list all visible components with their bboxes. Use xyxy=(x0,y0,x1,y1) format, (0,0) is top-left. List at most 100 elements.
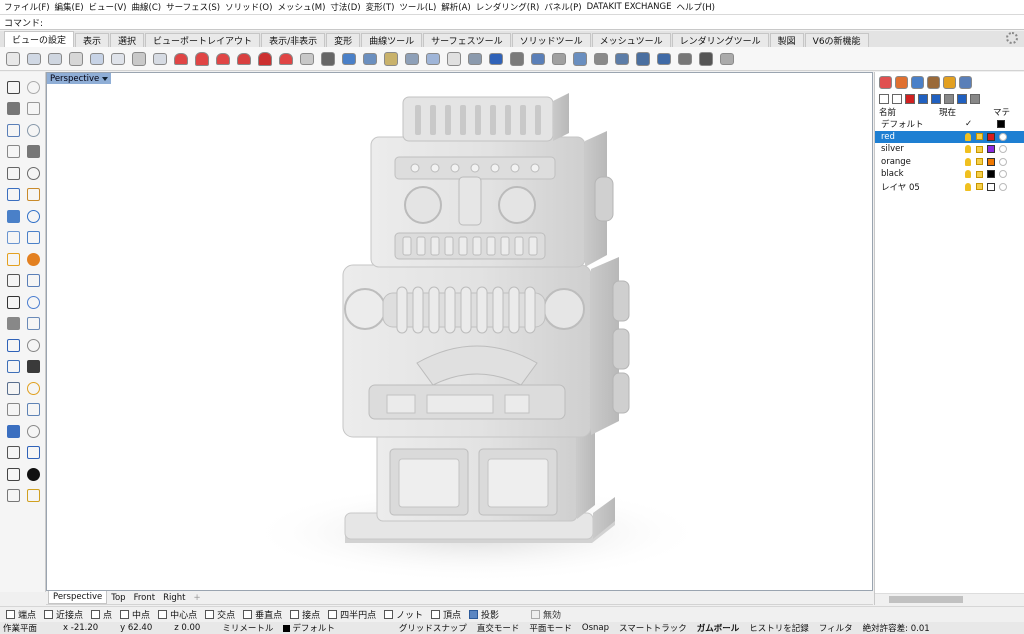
toolbar-tab[interactable]: 曲線ツール xyxy=(361,33,423,47)
gumball-toggle[interactable]: ガムボール xyxy=(697,622,740,634)
osnap-option[interactable]: 近接点 xyxy=(44,608,83,621)
menu-item[interactable]: サーフェス(S) xyxy=(166,1,220,13)
menu-item[interactable]: レンダリング(R) xyxy=(476,1,540,13)
left-tool-icon[interactable] xyxy=(4,315,22,333)
osnap-checkbox[interactable] xyxy=(290,610,300,619)
left-tool-icon[interactable] xyxy=(4,186,22,204)
material-icon[interactable] xyxy=(999,157,1007,166)
left-tool-icon[interactable] xyxy=(24,250,42,268)
toolbar-tab[interactable]: 製図 xyxy=(769,33,804,47)
material-icon[interactable] xyxy=(999,182,1007,191)
layer-color-swatch[interactable] xyxy=(987,157,995,166)
layer-row[interactable]: レイヤ 05 xyxy=(875,181,1024,194)
osnap-checkbox[interactable] xyxy=(243,610,253,619)
viewport-tab[interactable]: Right xyxy=(159,591,189,604)
toolbar-tool-icon[interactable] xyxy=(382,50,400,68)
left-tool-icon[interactable] xyxy=(4,229,22,247)
menu-item[interactable]: 変形(T) xyxy=(366,1,395,13)
layer-tool-icon[interactable] xyxy=(957,94,967,104)
viewport-tab[interactable]: Top xyxy=(107,591,129,604)
toolbar-tool-icon[interactable] xyxy=(109,50,127,68)
menu-item[interactable]: 寸法(D) xyxy=(330,1,360,13)
left-tool-icon[interactable] xyxy=(4,121,22,139)
toolbar-tool-icon[interactable] xyxy=(298,50,316,68)
layer-row[interactable]: orange xyxy=(875,156,1024,169)
toolbar-tool-icon[interactable] xyxy=(4,50,22,68)
lightbulb-icon[interactable] xyxy=(965,157,971,166)
toolbar-tool-icon[interactable] xyxy=(571,50,589,68)
osnap-option[interactable]: 四半円点 xyxy=(328,608,376,621)
toolbar-tool-icon[interactable] xyxy=(445,50,463,68)
left-tool-icon[interactable] xyxy=(4,78,22,96)
toolbar-tool-icon[interactable] xyxy=(718,50,736,68)
osnap-checkbox[interactable] xyxy=(531,610,540,619)
left-tool-icon[interactable] xyxy=(4,250,22,268)
osnap-checkbox[interactable] xyxy=(384,610,394,619)
left-tool-icon[interactable] xyxy=(4,207,22,225)
left-tool-icon[interactable] xyxy=(4,465,22,483)
menu-item[interactable]: DATAKIT EXCHANGE xyxy=(587,2,672,12)
menu-item[interactable]: ヘルプ(H) xyxy=(676,1,715,13)
osnap-option[interactable]: 端点 xyxy=(6,608,36,621)
layer-row-default[interactable]: デフォルト ✓ xyxy=(875,118,1024,131)
planar-toggle[interactable]: 平面モード xyxy=(529,622,572,634)
lightbulb-icon[interactable] xyxy=(965,170,971,179)
left-tool-icon[interactable] xyxy=(24,422,42,440)
left-tool-icon[interactable] xyxy=(24,272,42,290)
toolbar-tool-icon[interactable] xyxy=(613,50,631,68)
robot-model[interactable] xyxy=(47,73,873,591)
add-viewport-tab-icon[interactable]: + xyxy=(189,591,204,604)
layer-color-swatch[interactable] xyxy=(987,132,995,141)
left-tool-icon[interactable] xyxy=(4,272,22,290)
toolbar-tab[interactable]: 表示/非表示 xyxy=(261,33,326,47)
viewport-menu-arrow-icon[interactable] xyxy=(102,76,109,81)
left-tool-icon[interactable] xyxy=(4,100,22,118)
viewport-title[interactable]: Perspective xyxy=(47,73,112,84)
toolbar-tool-icon[interactable] xyxy=(655,50,673,68)
left-tool-icon[interactable] xyxy=(24,465,42,483)
osnap-checkbox[interactable] xyxy=(158,610,168,619)
osnap-checkbox[interactable] xyxy=(44,610,54,619)
toolbar-tool-icon[interactable] xyxy=(466,50,484,68)
viewport-tab[interactable]: Perspective xyxy=(48,591,108,604)
left-tool-icon[interactable] xyxy=(4,293,22,311)
toolbar-tool-icon[interactable] xyxy=(424,50,442,68)
left-tool-icon[interactable] xyxy=(4,444,22,462)
toolbar-tool-icon[interactable] xyxy=(487,50,505,68)
layer-tool-icon[interactable] xyxy=(970,94,980,104)
toolbar-tool-icon[interactable] xyxy=(235,50,253,68)
panel-tab-icon[interactable] xyxy=(927,75,940,89)
lock-icon[interactable] xyxy=(976,158,983,166)
toolbar-tab[interactable]: サーフェスツール xyxy=(423,33,511,47)
toolbar-tab[interactable]: 表示 xyxy=(75,33,110,47)
toolbar-tool-icon[interactable] xyxy=(403,50,421,68)
layer-tool-icon[interactable] xyxy=(944,94,954,104)
lock-icon[interactable] xyxy=(976,145,983,153)
toolbar-tool-icon[interactable] xyxy=(46,50,64,68)
left-tool-icon[interactable] xyxy=(24,358,42,376)
left-tool-icon[interactable] xyxy=(4,358,22,376)
ortho-toggle[interactable]: 直交モード xyxy=(477,622,520,634)
left-tool-icon[interactable] xyxy=(24,336,42,354)
left-tool-icon[interactable] xyxy=(24,207,42,225)
lock-icon[interactable] xyxy=(976,183,983,191)
osnap-option[interactable]: 投影 xyxy=(468,608,499,621)
toolbar-tab[interactable]: ビューポートレイアウト xyxy=(145,33,261,47)
left-tool-icon[interactable] xyxy=(24,100,42,118)
lock-icon[interactable] xyxy=(976,170,983,178)
osnap-checkbox[interactable] xyxy=(430,610,440,619)
layer-color-swatch[interactable] xyxy=(987,170,995,179)
layer-tool-icon[interactable] xyxy=(931,94,941,104)
left-tool-icon[interactable] xyxy=(4,336,22,354)
filter-toggle[interactable]: フィルタ xyxy=(819,622,853,634)
toolbar-tool-icon[interactable] xyxy=(340,50,358,68)
smarttrack-toggle[interactable]: スマートトラック xyxy=(619,622,687,634)
toolbar-tab[interactable]: ソリッドツール xyxy=(511,33,591,47)
osnap-checkbox[interactable] xyxy=(6,610,15,619)
menu-item[interactable]: パネル(P) xyxy=(544,1,581,13)
osnap-option[interactable]: ノット xyxy=(384,608,423,621)
material-icon[interactable] xyxy=(999,145,1007,154)
toolbar-tool-icon[interactable] xyxy=(25,50,43,68)
left-tool-icon[interactable] xyxy=(24,229,42,247)
viewport-tab[interactable]: Front xyxy=(130,591,160,604)
